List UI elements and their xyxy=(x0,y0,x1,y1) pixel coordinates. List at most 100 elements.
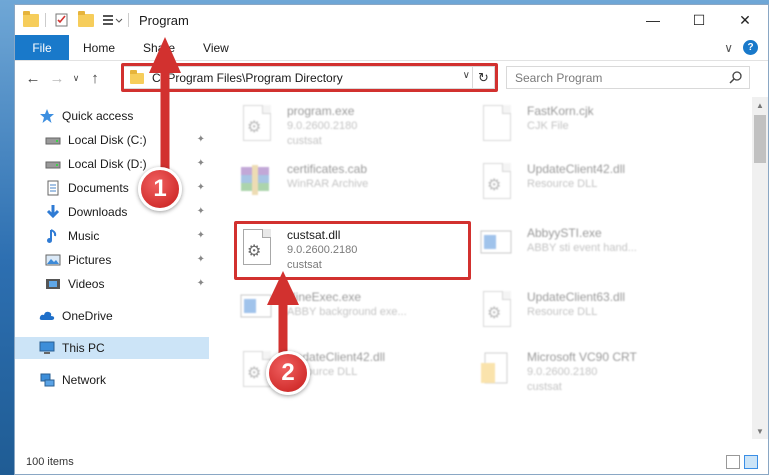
exe-file-icon: ⚙ xyxy=(239,103,275,147)
file-name: program.exe xyxy=(287,104,355,118)
sidebar-item-network[interactable]: Network xyxy=(15,369,209,391)
sidebar-item-pictures[interactable]: Pictures ✦ xyxy=(15,249,209,271)
vertical-scrollbar[interactable]: ▲ ▼ xyxy=(752,97,768,439)
forward-button[interactable]: → xyxy=(45,66,69,90)
sidebar-item-downloads[interactable]: Downloads ✦ xyxy=(15,201,209,223)
sidebar-item-label: OneDrive xyxy=(62,309,113,323)
file-name: NineExec.exe xyxy=(287,290,362,304)
file-name: certificates.cab xyxy=(287,162,368,176)
pin-icon[interactable]: ✦ xyxy=(197,134,205,145)
file-type: Resource DLL xyxy=(527,306,598,318)
details-view-icon[interactable] xyxy=(726,455,740,469)
sidebar-item-label: This PC xyxy=(62,341,105,355)
file-version: 9.0.2600.2180 xyxy=(287,120,358,132)
search-placeholder: Search Program xyxy=(515,70,603,85)
sidebar-item-label: Documents xyxy=(68,181,129,195)
generic-file-icon xyxy=(479,103,515,147)
pin-icon[interactable]: ✦ xyxy=(197,254,205,265)
sidebar-item-music[interactable]: Music ✦ xyxy=(15,225,209,247)
step-badge-2: 2 xyxy=(266,351,310,395)
sidebar-item-label: Network xyxy=(62,373,107,387)
back-button[interactable]: ← xyxy=(21,66,45,90)
star-icon xyxy=(40,109,54,123)
file-item[interactable]: ⚙ program.exe 9.0.2600.2180 custsat xyxy=(211,103,451,151)
music-icon xyxy=(47,229,57,243)
drive-icon xyxy=(45,137,61,145)
status-bar: 100 items xyxy=(15,450,768,474)
scroll-up-icon[interactable]: ▲ xyxy=(752,97,768,113)
sidebar-item-onedrive[interactable]: OneDrive xyxy=(15,305,209,327)
file-item[interactable]: AbbyySTI.exe ABBY sti event hand... xyxy=(451,225,691,273)
file-item[interactable]: ⚙ UpdateClient42.dll Resource DLL xyxy=(211,349,451,397)
sidebar-item-label: Music xyxy=(68,229,100,243)
file-name: FastKorn.cjk xyxy=(527,104,594,118)
file-type: WinRAR Archive xyxy=(287,178,369,190)
search-icon[interactable] xyxy=(729,70,743,84)
file-item[interactable]: certificates.cab WinRAR Archive xyxy=(211,161,451,209)
help-icon[interactable]: ? xyxy=(743,40,758,55)
pin-icon[interactable]: ✦ xyxy=(197,230,205,241)
file-description: custsat xyxy=(527,381,562,393)
new-folder-icon[interactable] xyxy=(78,11,94,28)
explorer-window: Program — ☐ ✕ File Home Share View ∨ ? ←… xyxy=(14,4,769,475)
maximize-button[interactable]: ☐ xyxy=(676,5,722,35)
folder-file-icon xyxy=(479,349,515,393)
properties-icon[interactable] xyxy=(54,12,70,28)
pin-icon[interactable]: ✦ xyxy=(197,278,205,289)
pin-icon[interactable]: ✦ xyxy=(197,206,205,217)
window-controls: — ☐ ✕ xyxy=(630,5,768,35)
tiles-view-icon[interactable] xyxy=(744,455,758,469)
download-icon xyxy=(46,205,60,219)
file-type: Resource DLL xyxy=(527,178,598,190)
arrow-up-icon xyxy=(149,37,181,178)
close-button[interactable]: ✕ xyxy=(722,5,768,35)
pin-icon[interactable]: ✦ xyxy=(197,158,205,169)
window-title: Program xyxy=(139,12,189,28)
cloud-icon xyxy=(39,311,55,320)
folder-icon xyxy=(23,11,39,28)
file-type: CJK File xyxy=(527,120,569,132)
file-name: Microsoft VC90 CRT xyxy=(527,350,637,364)
file-name: AbbyySTI.exe xyxy=(527,226,602,240)
file-version: 9.0.2600.2180 xyxy=(527,366,598,378)
search-input[interactable]: Search Program xyxy=(506,66,750,89)
customize-toolbar-icon[interactable] xyxy=(102,12,123,28)
dll-file-icon: ⚙ xyxy=(479,289,515,333)
tab-view[interactable]: View xyxy=(189,35,243,60)
sidebar-item-label: Pictures xyxy=(68,253,112,267)
tab-home[interactable]: Home xyxy=(69,35,129,60)
up-button[interactable]: ↑ xyxy=(83,66,107,90)
file-name: UpdateClient63.dll xyxy=(527,290,626,304)
file-item[interactable]: ⚙ UpdateClient42.dll Resource DLL xyxy=(451,161,691,209)
network-icon xyxy=(40,373,55,387)
navigation-bar: ← → ∨ ↑ C:\Program Files\Program Directo… xyxy=(15,61,768,95)
file-description: ABBY sti event hand... xyxy=(527,242,637,254)
sidebar-item-label: Videos xyxy=(68,277,105,291)
sidebar-item-this-pc[interactable]: This PC xyxy=(15,337,209,359)
scroll-down-icon[interactable]: ▼ xyxy=(752,423,768,439)
tab-file[interactable]: File xyxy=(15,35,69,60)
file-item[interactable]: ⚙ UpdateClient63.dll Resource DLL xyxy=(451,289,691,337)
file-description: custsat xyxy=(287,135,322,147)
recent-locations-icon[interactable]: ∨ xyxy=(69,66,83,90)
exe-file-icon xyxy=(479,225,515,269)
expand-ribbon-icon[interactable]: ∨ xyxy=(724,41,733,55)
sidebar-item-label: Local Disk (C:) xyxy=(68,133,147,147)
documents-icon xyxy=(47,180,59,196)
minimize-button[interactable]: — xyxy=(630,5,676,35)
file-item[interactable]: Microsoft VC90 CRT 9.0.2600.2180 custsat xyxy=(451,349,691,397)
file-item[interactable]: NineExec.exe ABBY background exe... xyxy=(211,289,451,337)
file-item[interactable]: FastKorn.cjk CJK File xyxy=(451,103,691,151)
step-badge-1: 1 xyxy=(138,167,182,211)
sidebar-item-videos[interactable]: Videos ✦ xyxy=(15,273,209,295)
computer-icon xyxy=(39,341,55,354)
dll-file-icon: ⚙ xyxy=(479,161,515,205)
sidebar-item-label: Local Disk (D:) xyxy=(68,157,147,171)
sidebar-item-label: Quick access xyxy=(62,109,134,123)
pictures-icon xyxy=(45,254,61,266)
pin-icon[interactable]: ✦ xyxy=(197,182,205,193)
archive-file-icon xyxy=(239,161,275,205)
videos-icon xyxy=(46,279,60,289)
scroll-thumb[interactable] xyxy=(754,115,766,163)
ribbon-tabs: File Home Share View ∨ ? xyxy=(15,35,768,61)
